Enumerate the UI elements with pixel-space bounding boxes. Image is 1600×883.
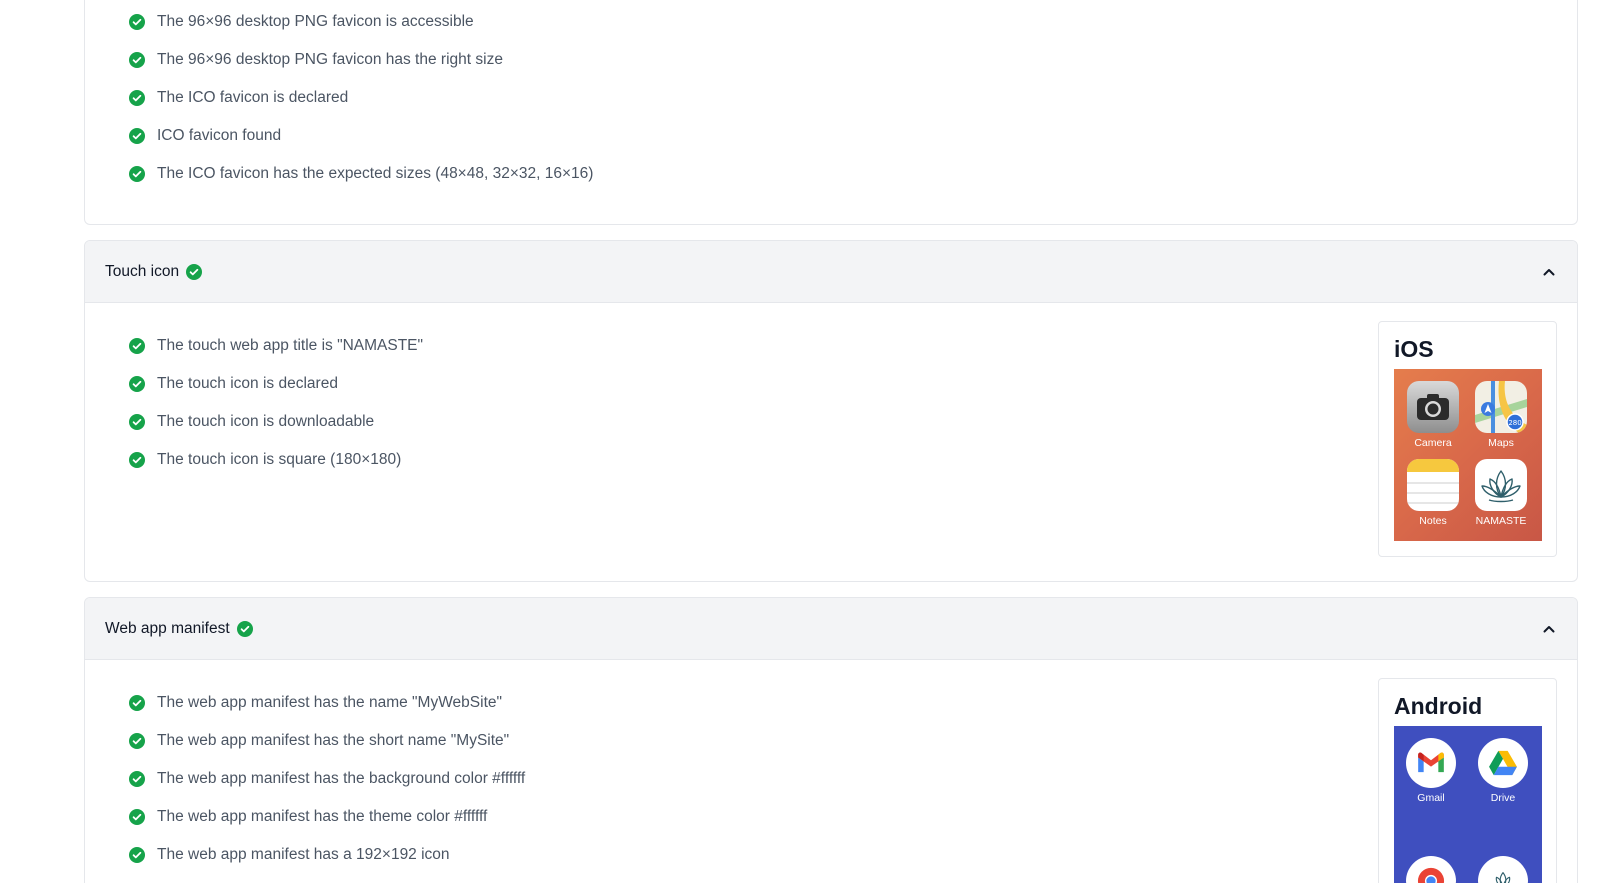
touch-icon-header[interactable]: Touch icon (85, 241, 1577, 303)
app-label: Drive (1490, 792, 1516, 804)
check-item: ICO favicon found (129, 117, 593, 155)
chrome-icon (1406, 856, 1456, 883)
check-text: The web app manifest has the name "MyWeb… (157, 694, 503, 711)
touch-icon-card: Touch icon The touch web app title is "N… (84, 240, 1578, 582)
check-item: The touch icon is declared (129, 365, 423, 403)
check-item: The touch icon is square (180×180) (129, 441, 423, 479)
check-text: The ICO favicon has the expected sizes (… (157, 165, 594, 182)
check-circle-icon (186, 263, 203, 280)
manifest-check-list: The web app manifest has the name "MyWeb… (129, 684, 525, 874)
app-chrome (1400, 856, 1462, 883)
app-label: Camera (1414, 437, 1452, 449)
check-item: The touch web app title is "NAMASTE" (129, 327, 423, 365)
check-circle-icon (129, 14, 145, 30)
check-circle-icon (129, 733, 145, 749)
check-circle-icon (129, 128, 145, 144)
app-label: Gmail (1417, 792, 1445, 804)
chevron-up-icon[interactable] (1541, 621, 1557, 637)
gmail-icon (1406, 738, 1456, 788)
check-item: The web app manifest has a 192×192 icon (129, 836, 525, 874)
touch-check-list: The touch web app title is "NAMASTE" The… (129, 327, 423, 479)
app-camera: Camera (1402, 381, 1464, 449)
app-maps: 280 Maps (1470, 381, 1532, 449)
check-circle-icon (129, 414, 145, 430)
check-item: The ICO favicon is declared (129, 79, 593, 117)
maps-icon: 280 (1475, 381, 1527, 433)
check-item: The web app manifest has the theme color… (129, 798, 525, 836)
android-home-screen: Gmail Drive (1394, 726, 1542, 883)
ios-home-screen: Camera 280 Maps Notes NAMASTE (1394, 369, 1542, 541)
check-circle-icon (129, 90, 145, 106)
app-label: Maps (1488, 437, 1514, 449)
check-text: The touch icon is square (180×180) (157, 451, 402, 468)
check-text: The web app manifest has the short name … (157, 732, 510, 749)
app-drive: Drive (1472, 738, 1534, 804)
ios-preview: iOS Camera 280 Maps Notes NAMASTE (1378, 321, 1557, 557)
check-item: The web app manifest has the short name … (129, 722, 525, 760)
check-item: The 96×96 desktop PNG favicon has the ri… (129, 41, 593, 79)
section-title: Touch icon (105, 262, 180, 280)
app-label: NAMASTE (1475, 515, 1527, 527)
preview-title: iOS (1394, 336, 1434, 362)
lotus-icon (1478, 856, 1528, 883)
notes-icon (1407, 459, 1459, 511)
check-text: The web app manifest has a 192×192 icon (157, 846, 450, 863)
check-item: The web app manifest has the name "MyWeb… (129, 684, 525, 722)
check-circle-icon (129, 695, 145, 711)
app-gmail: Gmail (1400, 738, 1462, 804)
check-text: The touch icon is downloadable (157, 413, 375, 430)
check-text: The touch icon is declared (157, 375, 338, 392)
check-circle-icon (129, 847, 145, 863)
check-item: The touch icon is downloadable (129, 403, 423, 441)
app-notes: Notes (1402, 459, 1464, 527)
app-label: Notes (1419, 515, 1447, 527)
check-text: ICO favicon found (157, 127, 282, 144)
manifest-card: Web app manifest The web app manifest ha… (84, 597, 1578, 883)
favicon-check-list: The 96×96 desktop PNG favicon is accessi… (129, 3, 593, 193)
android-preview: Android Gmail Drive (1378, 678, 1557, 883)
check-item: The 96×96 desktop PNG favicon is accessi… (129, 3, 593, 41)
check-circle-icon (129, 376, 145, 392)
check-text: The web app manifest has the theme color… (157, 808, 488, 825)
lotus-icon (1475, 459, 1527, 511)
check-text: The 96×96 desktop PNG favicon has the ri… (157, 51, 503, 68)
check-item: The ICO favicon has the expected sizes (… (129, 155, 593, 193)
drive-icon (1478, 738, 1528, 788)
svg-text:280: 280 (1508, 419, 1521, 427)
check-circle-icon (129, 809, 145, 825)
manifest-header[interactable]: Web app manifest (85, 598, 1577, 660)
check-text: The 96×96 desktop PNG favicon is accessi… (157, 13, 474, 30)
check-text: The ICO favicon is declared (157, 89, 349, 106)
favicon-card: The 96×96 desktop PNG favicon is accessi… (84, 0, 1578, 225)
check-circle-icon (129, 452, 145, 468)
camera-icon (1407, 381, 1459, 433)
check-circle-icon (129, 338, 145, 354)
chevron-up-icon[interactable] (1541, 264, 1557, 280)
check-item: The web app manifest has the background … (129, 760, 525, 798)
check-circle-icon (236, 620, 253, 637)
section-title: Web app manifest (105, 619, 230, 637)
app-namaste: NAMASTE (1470, 459, 1532, 527)
app-namaste (1472, 856, 1534, 883)
check-circle-icon (129, 771, 145, 787)
check-text: The touch web app title is "NAMASTE" (157, 337, 424, 354)
check-circle-icon (129, 52, 145, 68)
check-circle-icon (129, 166, 145, 182)
preview-title: Android (1394, 693, 1483, 719)
check-text: The web app manifest has the background … (157, 770, 526, 787)
